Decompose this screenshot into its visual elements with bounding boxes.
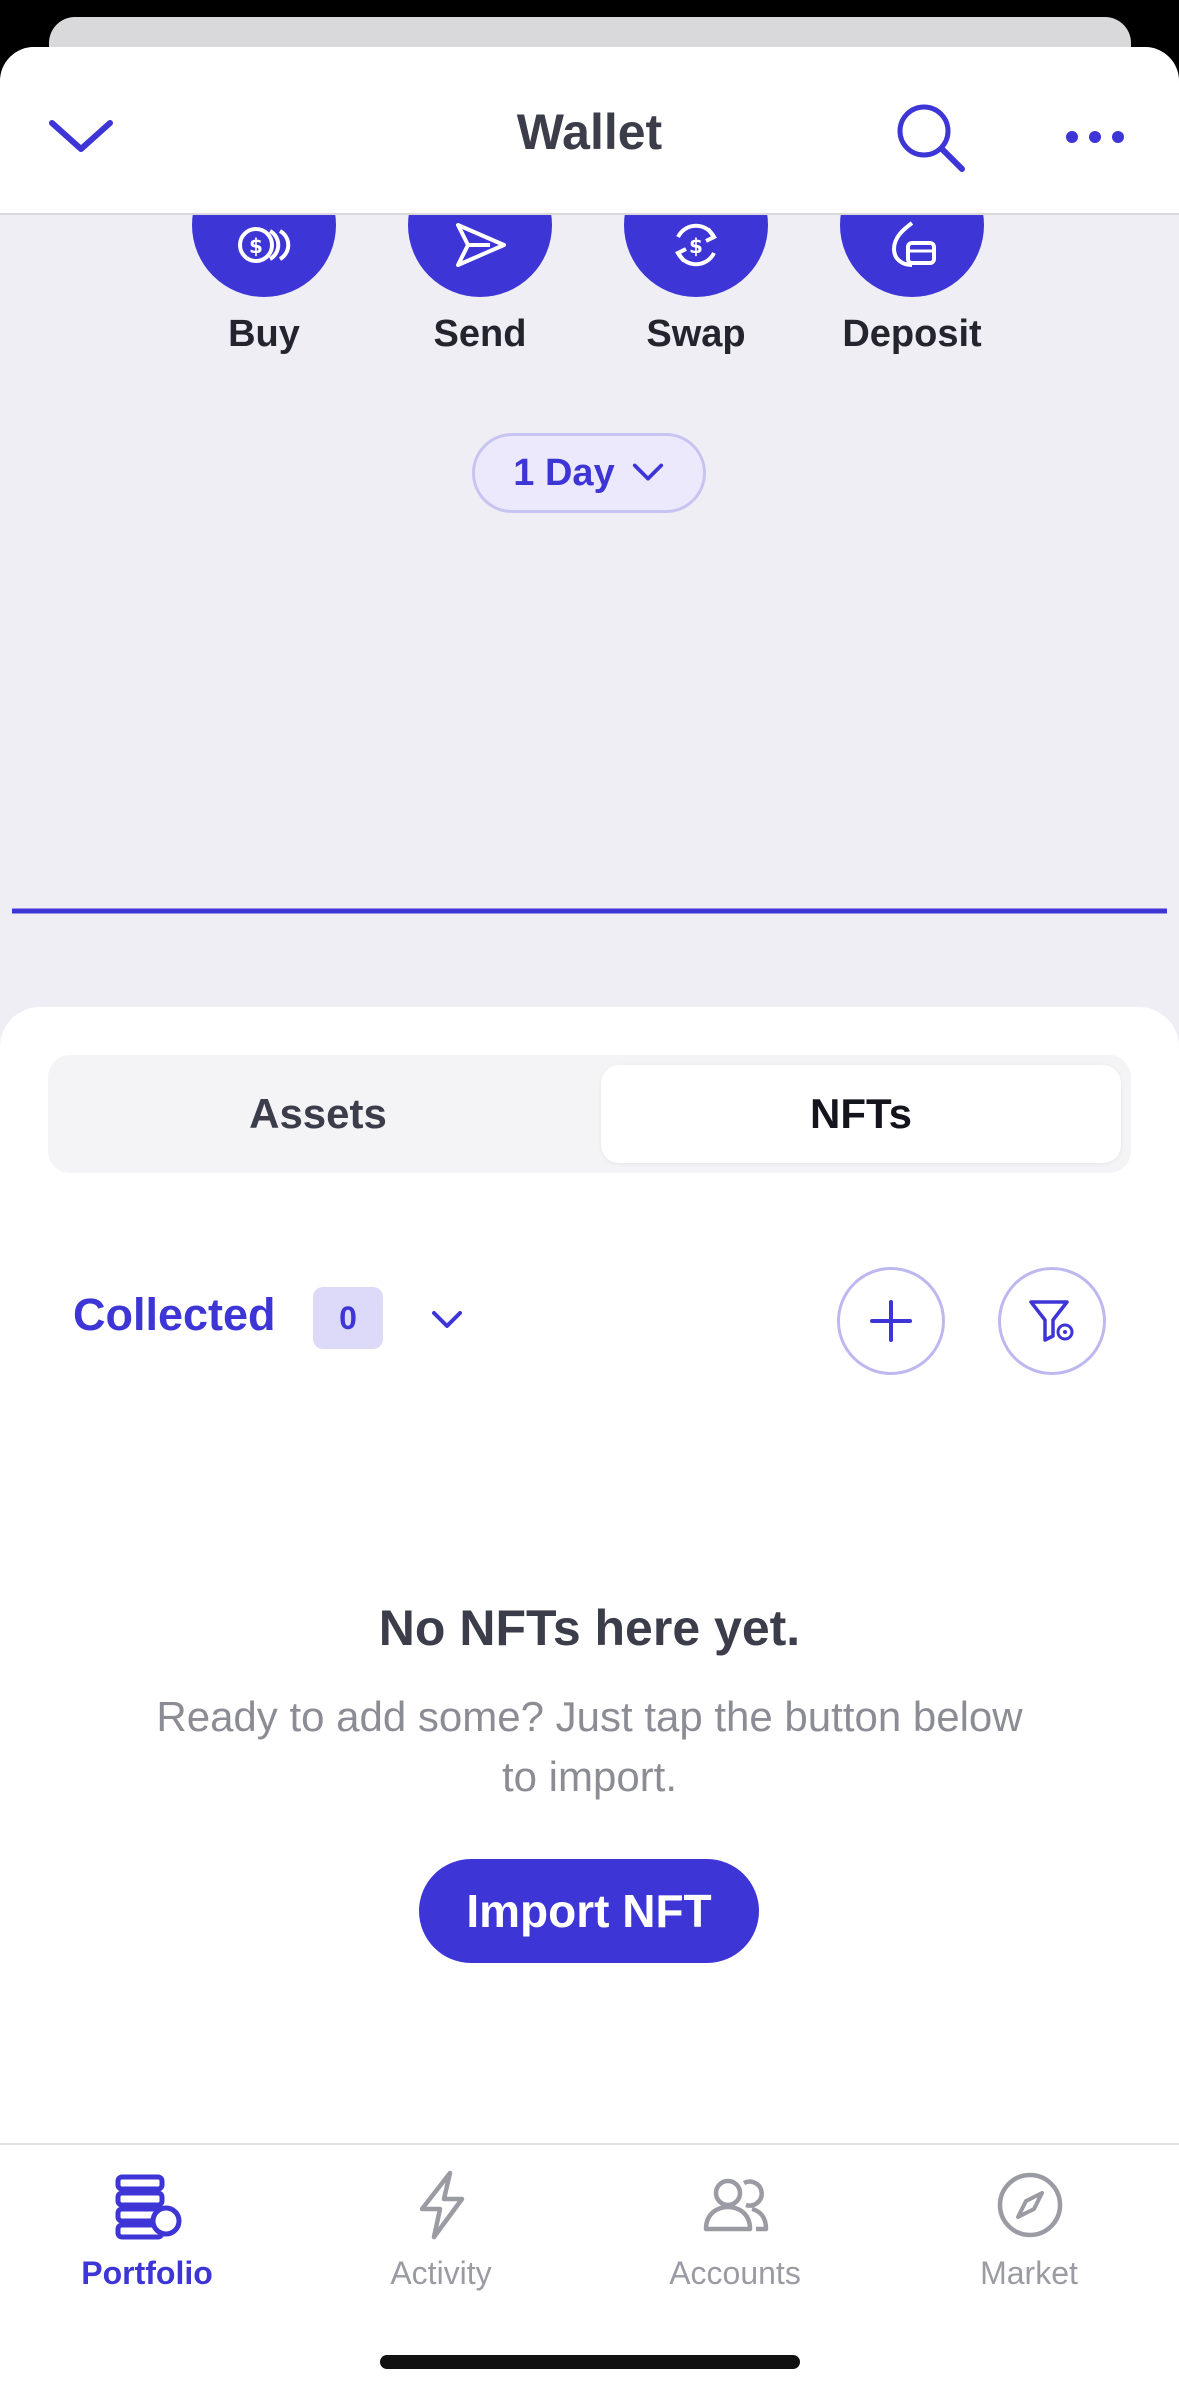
nav-activity[interactable]: Activity [294,2145,588,2345]
coins-icon: $ [238,227,291,263]
deposit-label: Deposit [842,313,982,355]
screen: Wallet $ Buy Send $ Swap Deposit 1 Day A… [0,0,1179,2396]
chevron-down-icon [632,463,663,481]
home-indicator [380,2355,800,2369]
header: Wallet [0,47,1179,215]
tab-assets[interactable]: Assets [58,1065,578,1163]
nav-label: Market [980,2255,1078,2291]
time-range-selector[interactable]: 1 Day [472,433,706,513]
wallet-sheet: Wallet $ Buy Send $ Swap Deposit 1 Day A… [0,47,1179,2396]
swap-icon: $ [674,223,718,267]
svg-text:$: $ [249,234,263,258]
deposit-icon [891,221,936,267]
nav-accounts[interactable]: Accounts [588,2145,882,2345]
filter-settings-icon [1029,1300,1074,1342]
collection-filter-row: Collected 0 [0,1267,1179,1377]
buy-label: Buy [228,313,300,355]
send-label: Send [433,313,527,355]
time-range-label: 1 Day [513,451,615,494]
portfolio-icon [115,2174,182,2240]
segmented-control: Assets NFTs [48,1055,1131,1173]
chevron-down-icon[interactable] [428,1301,466,1339]
more-icon [1066,131,1124,143]
nav-portfolio[interactable]: Portfolio [0,2145,294,2345]
lightning-icon [419,2170,465,2240]
plus-icon [870,1300,912,1342]
page-title: Wallet [516,104,663,160]
users-icon [703,2178,769,2232]
search-button[interactable] [890,97,970,177]
empty-state-title: No NFTs here yet. [378,1600,801,1656]
collected-count-badge: 0 [313,1287,383,1349]
swap-label: Swap [646,313,746,355]
filter-settings-button[interactable] [998,1267,1106,1375]
import-nft-button[interactable]: Import NFT [419,1859,759,1963]
send-icon [456,223,506,267]
compass-icon [997,2172,1063,2238]
nav-label: Portfolio [81,2255,213,2291]
collected-filter[interactable]: Collected [73,1289,276,1341]
more-button[interactable] [1060,117,1130,157]
nav-market[interactable]: Market [882,2145,1176,2345]
add-nft-button[interactable] [837,1267,945,1375]
search-icon [897,104,965,172]
quick-actions: $ Buy Send $ Swap Deposit [0,153,1179,415]
tab-nfts[interactable]: NFTs [601,1065,1121,1163]
portfolio-chart-line [12,908,1167,914]
svg-text:$: $ [689,234,703,258]
nav-label: Activity [390,2255,492,2291]
empty-state-subtitle: Ready to add some? Just tap the button b… [156,1693,1023,1800]
nav-label: Accounts [669,2255,801,2291]
